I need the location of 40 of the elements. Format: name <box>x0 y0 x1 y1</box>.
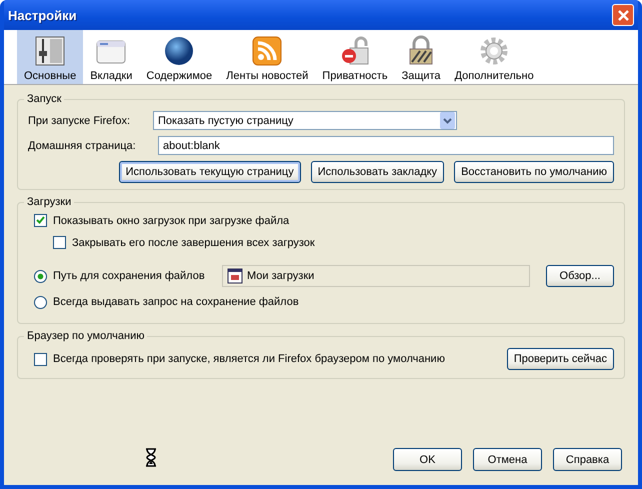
folder-window-icon <box>227 268 243 284</box>
dialog-button[interactable]: Отмена <box>473 448 542 471</box>
startup-button[interactable]: Использовать закладку <box>310 161 444 183</box>
checkbox[interactable] <box>34 352 47 366</box>
toolbar-tab[interactable]: Дополнительно <box>448 30 541 84</box>
check-now-button[interactable]: Проверить сейчас <box>506 348 614 370</box>
group-title: Запуск <box>26 93 62 105</box>
radio-button[interactable] <box>34 296 47 308</box>
group-title: Загрузки <box>26 196 72 208</box>
radio-label: Путь для сохранения файлов <box>53 269 206 283</box>
switch-panel-icon <box>33 34 68 68</box>
startup-button[interactable]: Восстановить по умолчанию <box>454 161 614 183</box>
checkbox[interactable] <box>34 214 47 227</box>
toolbar-tab[interactable]: Ленты новостей <box>219 30 316 84</box>
field-label: При запуске Firefox: <box>28 114 132 126</box>
home-page-field[interactable]: about:blank <box>158 136 614 155</box>
checkbox-label: Показывать окно загрузок при загрузке файла <box>53 214 290 226</box>
toolbar-tab[interactable]: Основные <box>17 30 84 84</box>
startup-dropdown[interactable]: Показать пустую страницу <box>153 111 457 130</box>
close-button[interactable] <box>612 4 634 26</box>
toolbar-tab[interactable]: Вкладки <box>83 30 140 84</box>
dialog-button[interactable]: Справка <box>553 448 622 471</box>
toolbar-tab[interactable]: Приватность <box>315 30 395 84</box>
checkbox[interactable] <box>53 236 66 249</box>
radio-button[interactable] <box>34 270 47 282</box>
hourglass-icon <box>145 448 157 467</box>
window-title: Настройки <box>8 8 77 22</box>
toolbar-tab[interactable]: Защита <box>394 30 448 84</box>
startup-button[interactable]: Использовать текущую страницу <box>118 161 301 183</box>
checkbox-label: Всегда проверять при запуске, является ли Firefox браузером по умолчанию <box>53 353 445 365</box>
field-label: Домашняя страница: <box>28 140 137 152</box>
toolbar-tab[interactable]: Содержимое <box>139 30 220 84</box>
rss-icon <box>250 34 284 68</box>
download-folder-field: Мои загрузки <box>222 265 530 287</box>
close-icon <box>616 8 630 22</box>
dialog-button[interactable]: OK <box>393 448 462 471</box>
checkbox-label: Закрывать его после завершения всех загрузок <box>72 236 315 248</box>
browse-button[interactable]: Обзор... <box>546 265 614 287</box>
radio-label: Всегда выдавать запрос на сохранение файлов <box>53 295 299 309</box>
group-title: Браузер по умолчанию <box>26 330 146 342</box>
